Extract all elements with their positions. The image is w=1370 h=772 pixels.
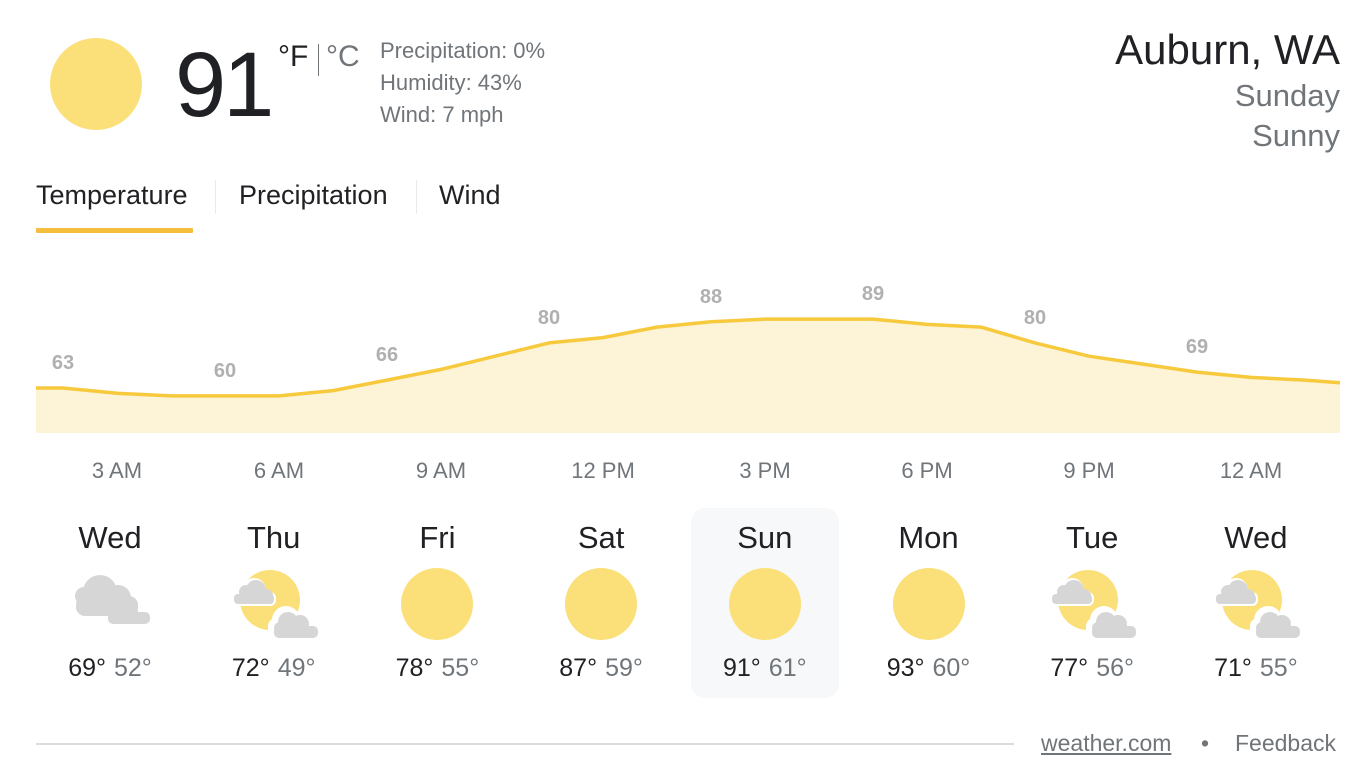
tab-wind[interactable]: Wind <box>439 180 501 211</box>
x-axis-label: 3 AM <box>91 458 143 483</box>
high-temperature: 78° <box>395 654 434 682</box>
sun-icon <box>50 38 142 130</box>
temperature-chart: 63 60 66 80 88 89 80 69 <box>36 283 1341 433</box>
sun-icon <box>727 566 803 642</box>
tab-precipitation[interactable]: Precipitation <box>239 180 388 211</box>
data-label: 80 <box>538 307 560 329</box>
sun-icon <box>399 566 475 642</box>
low-temperature: 56° <box>1096 654 1134 682</box>
day-forecast-thu[interactable]: Thu 72° 49° <box>200 508 348 698</box>
high-temperature: 91° <box>722 654 761 682</box>
day-forecast-fri[interactable]: Fri 78° 55° <box>363 508 511 698</box>
low-temperature: 60° <box>932 654 971 682</box>
high-temperature: 93° <box>886 654 925 682</box>
day-name: Wed <box>78 520 142 555</box>
partly-cloudy-icon <box>1042 566 1139 642</box>
low-temperature: 55° <box>1259 654 1298 682</box>
day-temperatures: 77° 56° <box>1018 654 1166 683</box>
day-temperatures: 87° 59° <box>527 654 675 683</box>
footer-separator: • <box>1201 730 1210 756</box>
unit-divider <box>318 44 319 76</box>
sun-icon <box>891 566 967 642</box>
x-axis-label: 6 AM <box>253 458 305 483</box>
x-axis-label: 12 PM <box>571 458 635 483</box>
data-label: 88 <box>700 286 722 308</box>
high-temperature: 87° <box>559 654 598 682</box>
day-temperatures: 78° 55° <box>363 654 511 683</box>
unit-fahrenheit-button[interactable]: °F <box>278 40 308 74</box>
high-temperature: 72° <box>231 654 270 682</box>
current-condition: Sunny <box>1252 118 1340 153</box>
day-name: Tue <box>1066 520 1119 555</box>
day-forecast-wed[interactable]: Wed 71° 55° <box>1182 508 1330 698</box>
day-temperatures: 72° 49° <box>200 654 348 683</box>
unit-celsius-button[interactable]: °C <box>326 40 360 74</box>
x-axis-label: 3 PM <box>739 458 791 483</box>
location-name: Auburn, WA <box>1115 26 1340 73</box>
low-temperature: 61° <box>768 654 807 682</box>
partly-cloudy-icon <box>1206 566 1302 642</box>
tab-temperature[interactable]: Temperature <box>36 180 188 211</box>
low-temperature: 59° <box>605 654 643 682</box>
data-label: 69 <box>1186 336 1208 358</box>
x-axis-label: 12 AM <box>1219 458 1283 483</box>
low-temperature: 49° <box>277 654 316 682</box>
day-name: Sat <box>577 520 625 555</box>
high-temperature: 69° <box>68 654 106 682</box>
data-label: 80 <box>1024 307 1046 329</box>
day-name: Fri <box>419 520 456 555</box>
day-name: Sun <box>737 520 793 555</box>
day-forecast-wed[interactable]: Wed 69° 52° <box>36 508 184 698</box>
day-name: Thu <box>246 520 301 555</box>
precipitation-detail: Precipitation: 0% <box>380 38 546 63</box>
low-temperature: 55° <box>441 654 480 682</box>
current-day: Sunday <box>1234 78 1340 113</box>
x-axis-label: 6 PM <box>901 458 953 483</box>
current-temperature: 91 <box>175 34 274 136</box>
active-tab-indicator <box>36 228 193 233</box>
day-forecast-sat[interactable]: Sat 87° 59° <box>527 508 675 698</box>
x-axis-label: 9 AM <box>415 458 467 483</box>
day-name: Mon <box>898 520 959 555</box>
day-temperatures: 91° 61° <box>691 654 839 683</box>
day-forecast-mon[interactable]: Mon 93° 60° <box>855 508 1003 698</box>
tab-divider <box>215 180 216 214</box>
day-temperatures: 93° 60° <box>855 654 1003 683</box>
day-temperatures: 71° 55° <box>1182 654 1330 683</box>
low-temperature: 52° <box>114 654 152 682</box>
day-temperatures: 69° 52° <box>36 654 184 683</box>
x-axis-label: 9 PM <box>1063 458 1115 483</box>
day-forecast-tue[interactable]: Tue 77° 56° <box>1018 508 1166 698</box>
data-label: 66 <box>376 344 398 366</box>
data-label: 89 <box>862 283 884 305</box>
data-label: 63 <box>52 352 74 374</box>
high-temperature: 71° <box>1214 654 1252 682</box>
partly-cloudy-icon <box>224 566 320 642</box>
source-link[interactable]: weather.com <box>1041 730 1171 757</box>
data-label: 60 <box>214 360 236 382</box>
sun-icon <box>563 566 639 642</box>
wind-detail: Wind: 7 mph <box>380 102 504 127</box>
cloudy-icon <box>66 566 154 642</box>
high-temperature: 77° <box>1050 654 1089 682</box>
day-forecast-sun[interactable]: Sun 91° 61° <box>690 508 839 698</box>
footer-divider <box>36 743 1014 745</box>
humidity-detail: Humidity: 43% <box>380 70 522 95</box>
feedback-link[interactable]: Feedback <box>1235 730 1336 757</box>
day-name: Wed <box>1224 520 1288 555</box>
tab-divider <box>416 180 417 214</box>
